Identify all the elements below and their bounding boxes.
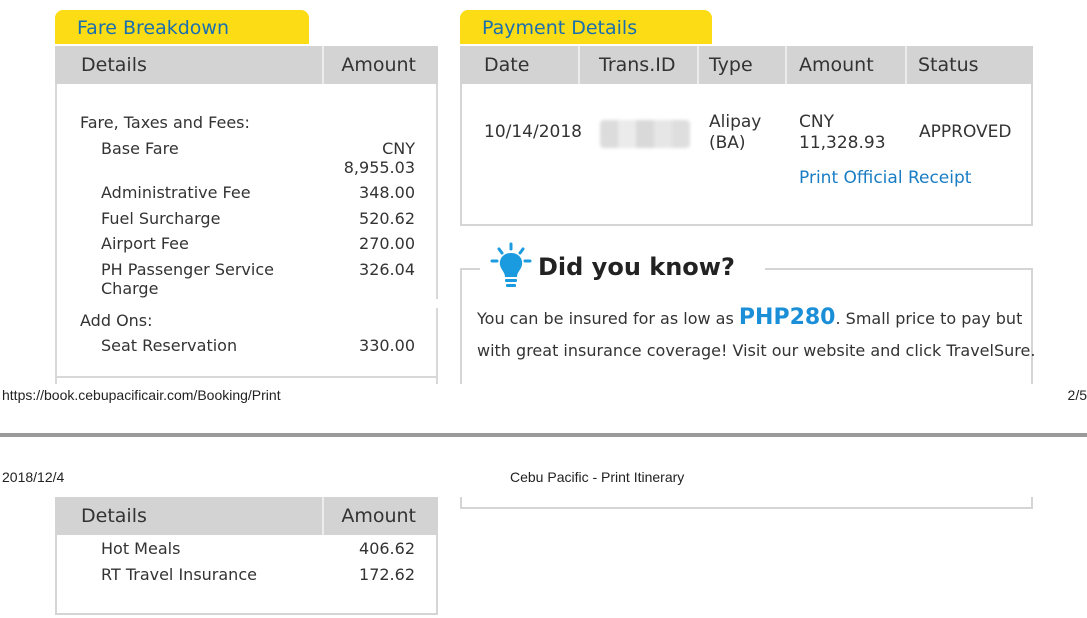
payment-col-status: Status xyxy=(918,54,979,76)
fare-cont-col-amount: Amount xyxy=(341,505,416,527)
fare-amount-fuel-surcharge: 520.62 xyxy=(359,209,415,228)
fare-amount-hot-meals: 406.62 xyxy=(359,539,415,558)
payment-header-divider-4 xyxy=(905,46,907,84)
did-you-know-box-top-left xyxy=(460,268,480,270)
fare-breakdown-title: Fare Breakdown xyxy=(77,17,229,39)
did-you-know-text-after: . Small price to pay but xyxy=(835,309,1023,328)
lightbulb-icon xyxy=(488,242,534,290)
did-you-know-box-left xyxy=(460,268,462,384)
addons-section-label: Add Ons: xyxy=(80,311,153,330)
fare-item-base-fare: Base Fare xyxy=(101,139,179,158)
payment-amount-currency: CNY xyxy=(799,112,834,132)
payment-col-amount: Amount xyxy=(799,54,874,76)
fare-item-fuel-surcharge: Fuel Surcharge xyxy=(101,209,221,228)
fare-item-admin-fee: Administrative Fee xyxy=(101,183,251,202)
fare-amount-admin-fee: 348.00 xyxy=(359,183,415,202)
fare-amount-airport-fee: 270.00 xyxy=(359,234,415,253)
fare-item-ph-service-charge-line1: PH Passenger Service xyxy=(101,260,274,279)
print-official-receipt-link[interactable]: Print Official Receipt xyxy=(799,168,971,188)
payment-date: 10/14/2018 xyxy=(484,122,582,142)
fare-panel-border-bottom xyxy=(55,376,438,378)
payment-amount: 11,328.93 xyxy=(799,133,886,153)
fare-panel-border-right xyxy=(436,84,438,384)
fare-item-seat-reservation: Seat Reservation xyxy=(101,336,238,355)
fare-cont-header-divider xyxy=(322,497,324,535)
print-footer-url: https://book.cebupacificair.com/Booking/… xyxy=(2,387,281,403)
fare-amount-travel-insurance: 172.62 xyxy=(359,565,415,584)
did-you-know-title: Did you know? xyxy=(538,253,735,281)
print-header-title: Cebu Pacific - Print Itinerary xyxy=(510,469,685,485)
fare-amount-base-fare-currency: CNY xyxy=(382,139,415,158)
did-you-know-box-top-right xyxy=(765,268,1033,270)
payment-col-type: Type xyxy=(709,54,753,76)
fare-cont-col-details: Details xyxy=(81,505,147,527)
payment-details-tab: Payment Details xyxy=(460,10,712,44)
fare-item-hot-meals: Hot Meals xyxy=(101,539,181,558)
did-you-know-cont-box-bottom xyxy=(460,507,1033,509)
did-you-know-text-line1: You can be insured for as low as PHP280.… xyxy=(477,305,1022,330)
payment-panel xyxy=(460,84,1033,226)
did-you-know-text-line2: with great insurance coverage! Visit our… xyxy=(477,341,1036,360)
did-you-know-highlight: PHP280 xyxy=(738,305,836,330)
did-you-know-box-right xyxy=(1031,268,1033,384)
payment-header-divider-3 xyxy=(785,46,787,84)
fare-amount-base-fare: 8,955.03 xyxy=(343,158,415,177)
fare-item-airport-fee: Airport Fee xyxy=(101,234,189,253)
payment-header-divider-1 xyxy=(578,46,580,84)
payment-col-transid: Trans.ID xyxy=(599,54,676,76)
did-you-know-text-before: You can be insured for as low as xyxy=(477,309,739,328)
payment-table-header: Date Trans.ID Type Amount Status xyxy=(460,46,1033,84)
transaction-id-redacted xyxy=(600,120,690,148)
print-header-date: 2018/12/4 xyxy=(2,469,65,485)
fare-item-ph-service-charge-line2: Charge xyxy=(101,279,159,298)
payment-details-title: Payment Details xyxy=(482,17,638,39)
fare-table-header: Details Amount xyxy=(55,46,438,84)
fare-panel-border-left xyxy=(55,84,57,384)
payment-col-date: Date xyxy=(484,54,530,76)
fare-breakdown-tab: Fare Breakdown xyxy=(55,10,309,44)
fare-col-amount: Amount xyxy=(341,54,416,76)
fare-amount-ph-service-charge: 326.04 xyxy=(359,260,415,279)
fare-header-divider xyxy=(322,46,324,84)
payment-status: APPROVED xyxy=(919,122,1012,142)
page-break-divider xyxy=(0,433,1087,437)
payment-type-line2: (BA) xyxy=(709,133,746,153)
fare-cont-table-header: Details Amount xyxy=(55,497,438,535)
fare-item-travel-insurance: RT Travel Insurance xyxy=(101,565,257,584)
fare-section-label: Fare, Taxes and Fees: xyxy=(80,113,250,132)
payment-type-line1: Alipay xyxy=(709,112,762,132)
print-footer-page: 2/5 xyxy=(1067,387,1087,403)
fare-amount-seat-reservation: 330.00 xyxy=(359,336,415,355)
fare-section-gap xyxy=(436,299,440,308)
payment-header-divider-2 xyxy=(697,46,699,84)
fare-col-details: Details xyxy=(81,54,147,76)
